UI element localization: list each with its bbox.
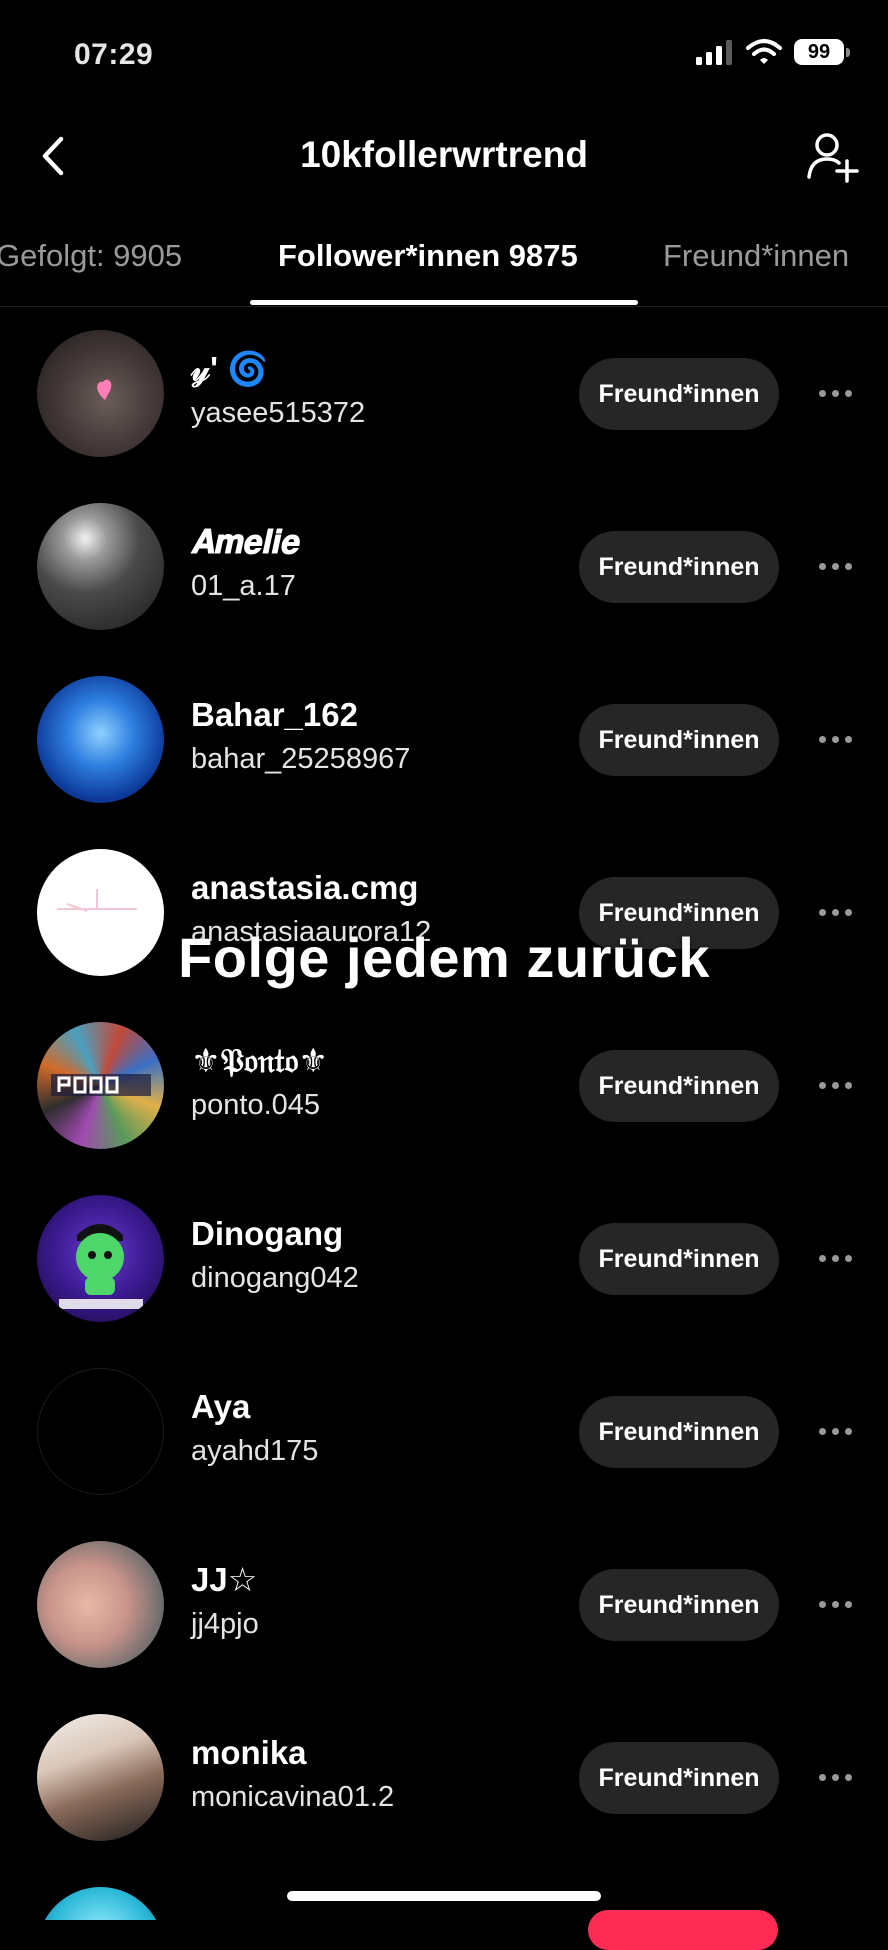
more-icon	[818, 1081, 852, 1089]
list-item[interactable]: monika monicavina01.2 Freund*innen	[0, 1707, 888, 1880]
more-icon	[818, 1427, 852, 1435]
avatar[interactable]	[37, 676, 164, 803]
list-item[interactable]: Dinogang dinogang042 Freund*innen	[0, 1188, 888, 1361]
friends-button[interactable]: Freund*innen	[579, 1396, 779, 1468]
user-names: monika monicavina01.2	[191, 1733, 394, 1814]
more-icon	[818, 1773, 852, 1781]
more-icon	[818, 908, 852, 916]
add-user-icon	[807, 133, 859, 183]
more-icon	[818, 735, 852, 743]
more-options-button[interactable]	[810, 1584, 860, 1624]
user-names: Bahar_162 bahar_25258967	[191, 695, 410, 776]
friends-button[interactable]: Freund*innen	[579, 1050, 779, 1122]
display-name: Bahar_162	[191, 696, 358, 733]
page-title: 10kfollerwrtrend	[300, 134, 588, 175]
display-name: monika	[191, 1734, 307, 1771]
list-item[interactable]: 𝑨𝒎𝒆𝒍𝒊𝒆 01_a.17 Freund*innen	[0, 496, 888, 669]
more-options-button[interactable]	[810, 373, 860, 413]
video-caption-overlay: Folge jedem zurück	[178, 926, 710, 989]
status-icons: 99	[694, 38, 850, 66]
friends-button[interactable]: Freund*innen	[579, 1569, 779, 1641]
cellular-signal-icon	[696, 40, 732, 65]
user-names: 𝓎' 🌀 yasee515372	[191, 349, 365, 430]
more-options-button[interactable]	[810, 1411, 860, 1451]
username: dinogang042	[191, 1261, 359, 1294]
tab-friends[interactable]: Freund*innen	[663, 238, 849, 274]
more-icon	[818, 1254, 852, 1262]
follow-back-button-partial[interactable]	[588, 1910, 778, 1950]
avatar[interactable]	[37, 1195, 164, 1322]
username: monicavina01.2	[191, 1780, 395, 1813]
list-item[interactable]: 𝓎' 🌀 yasee515372 Freund*innen	[0, 323, 888, 496]
username: bahar_25258967	[191, 742, 411, 775]
avatar[interactable]	[37, 1368, 164, 1495]
list-item[interactable]: Bahar_162 bahar_25258967 Freund*innen	[0, 669, 888, 842]
more-options-button[interactable]	[810, 1065, 860, 1105]
heart-sticker-icon	[97, 379, 112, 400]
user-names: 𝑨𝒎𝒆𝒍𝒊𝒆 01_a.17	[191, 522, 300, 603]
display-name: 𝑨𝒎𝒆𝒍𝒊𝒆	[191, 523, 301, 560]
display-name: anastasia.cmg	[191, 869, 419, 906]
battery-icon: 99	[794, 39, 850, 65]
list-item[interactable]: Aya ayahd175 Freund*innen	[0, 1361, 888, 1534]
battery-level: 99	[794, 39, 844, 65]
avatar[interactable]	[37, 1887, 164, 1920]
more-options-button[interactable]	[810, 1757, 860, 1797]
more-options-button[interactable]	[810, 719, 860, 759]
display-name: Dinogang	[191, 1215, 344, 1252]
user-names: JJ☆ jj4pjo	[191, 1560, 259, 1641]
user-names: Dinogang dinogang042	[191, 1214, 359, 1295]
avatar[interactable]	[37, 503, 164, 630]
username: ponto.045	[191, 1088, 321, 1121]
collage-2000-graphic	[51, 1074, 151, 1096]
username: 01_a.17	[191, 569, 296, 602]
top-nav: 10kfollerwrtrend	[0, 110, 888, 202]
follow-tabs: Gefolgt: 9905 Follower*innen 9875 Freund…	[0, 218, 888, 307]
display-name: 𝓎' 🌀	[191, 350, 269, 387]
friends-button[interactable]: Freund*innen	[579, 704, 779, 776]
username: yasee515372	[191, 396, 366, 429]
avatar[interactable]	[37, 330, 164, 457]
wifi-icon	[746, 39, 782, 64]
dino-mascot-icon	[59, 1224, 143, 1309]
friends-button[interactable]: Freund*innen	[579, 1223, 779, 1295]
status-time: 07:29	[74, 38, 154, 71]
friends-button[interactable]: Freund*innen	[579, 531, 779, 603]
avatar[interactable]	[37, 1714, 164, 1841]
home-indicator[interactable]	[287, 1891, 601, 1901]
tab-followers[interactable]: Follower*innen 9875	[278, 238, 578, 274]
more-options-button[interactable]	[810, 1238, 860, 1278]
display-name: Aya	[191, 1388, 251, 1425]
friends-button[interactable]: Freund*innen	[579, 358, 779, 430]
add-friend-button[interactable]	[804, 128, 862, 186]
more-icon	[818, 1600, 852, 1608]
user-names: ⚜𝔓𝔬𝔫𝔱𝔬⚜ ponto.045	[191, 1041, 328, 1122]
user-names: Aya ayahd175	[191, 1387, 318, 1468]
friends-button[interactable]: Freund*innen	[579, 1742, 779, 1814]
more-options-button[interactable]	[810, 546, 860, 586]
username: jj4pjo	[191, 1607, 259, 1640]
list-item[interactable]: ⚜𝔓𝔬𝔫𝔱𝔬⚜ ponto.045 Freund*innen	[0, 1015, 888, 1188]
avatar[interactable]	[37, 1022, 164, 1149]
username: ayahd175	[191, 1434, 319, 1467]
tab-following[interactable]: Gefolgt: 9905	[0, 238, 182, 274]
list-item[interactable]: JJ☆ jj4pjo Freund*innen	[0, 1534, 888, 1707]
display-name: JJ☆	[191, 1561, 258, 1598]
display-name: ⚜𝔓𝔬𝔫𝔱𝔬⚜	[191, 1042, 328, 1079]
more-icon	[818, 389, 852, 397]
status-bar: 07:29 99	[0, 0, 888, 110]
active-tab-indicator	[250, 300, 638, 305]
avatar[interactable]	[37, 1541, 164, 1668]
more-icon	[818, 562, 852, 570]
